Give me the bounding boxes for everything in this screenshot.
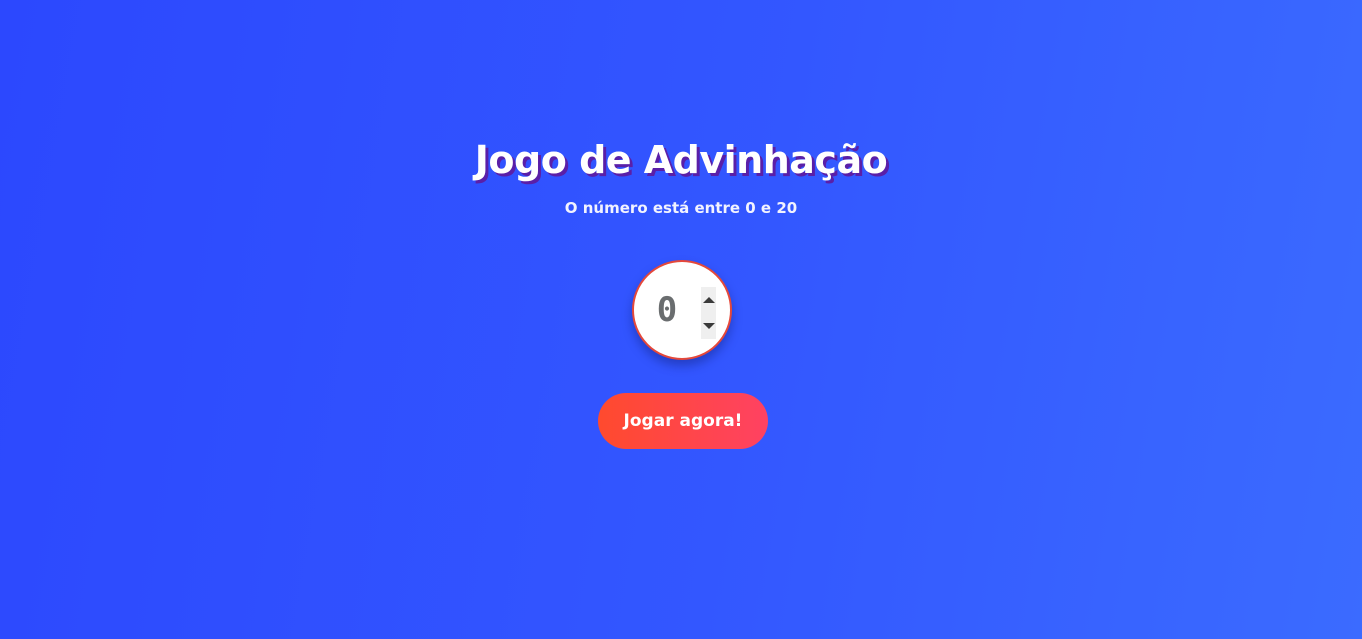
increment-button[interactable] <box>701 287 716 313</box>
guess-value[interactable]: 0 <box>652 289 682 331</box>
game-screen: Jogo de Advinhação O número está entre 0… <box>0 0 1362 639</box>
decrement-button[interactable] <box>701 313 716 339</box>
page-title: Jogo de Advinhação <box>474 138 888 182</box>
guess-number-input[interactable]: 0 <box>632 260 732 360</box>
play-now-button[interactable]: Jogar agora! <box>598 393 768 449</box>
triangle-down-icon <box>702 323 715 329</box>
number-spinner[interactable] <box>701 287 716 339</box>
range-hint: O número está entre 0 e 20 <box>564 199 798 217</box>
triangle-up-icon <box>702 297 715 303</box>
